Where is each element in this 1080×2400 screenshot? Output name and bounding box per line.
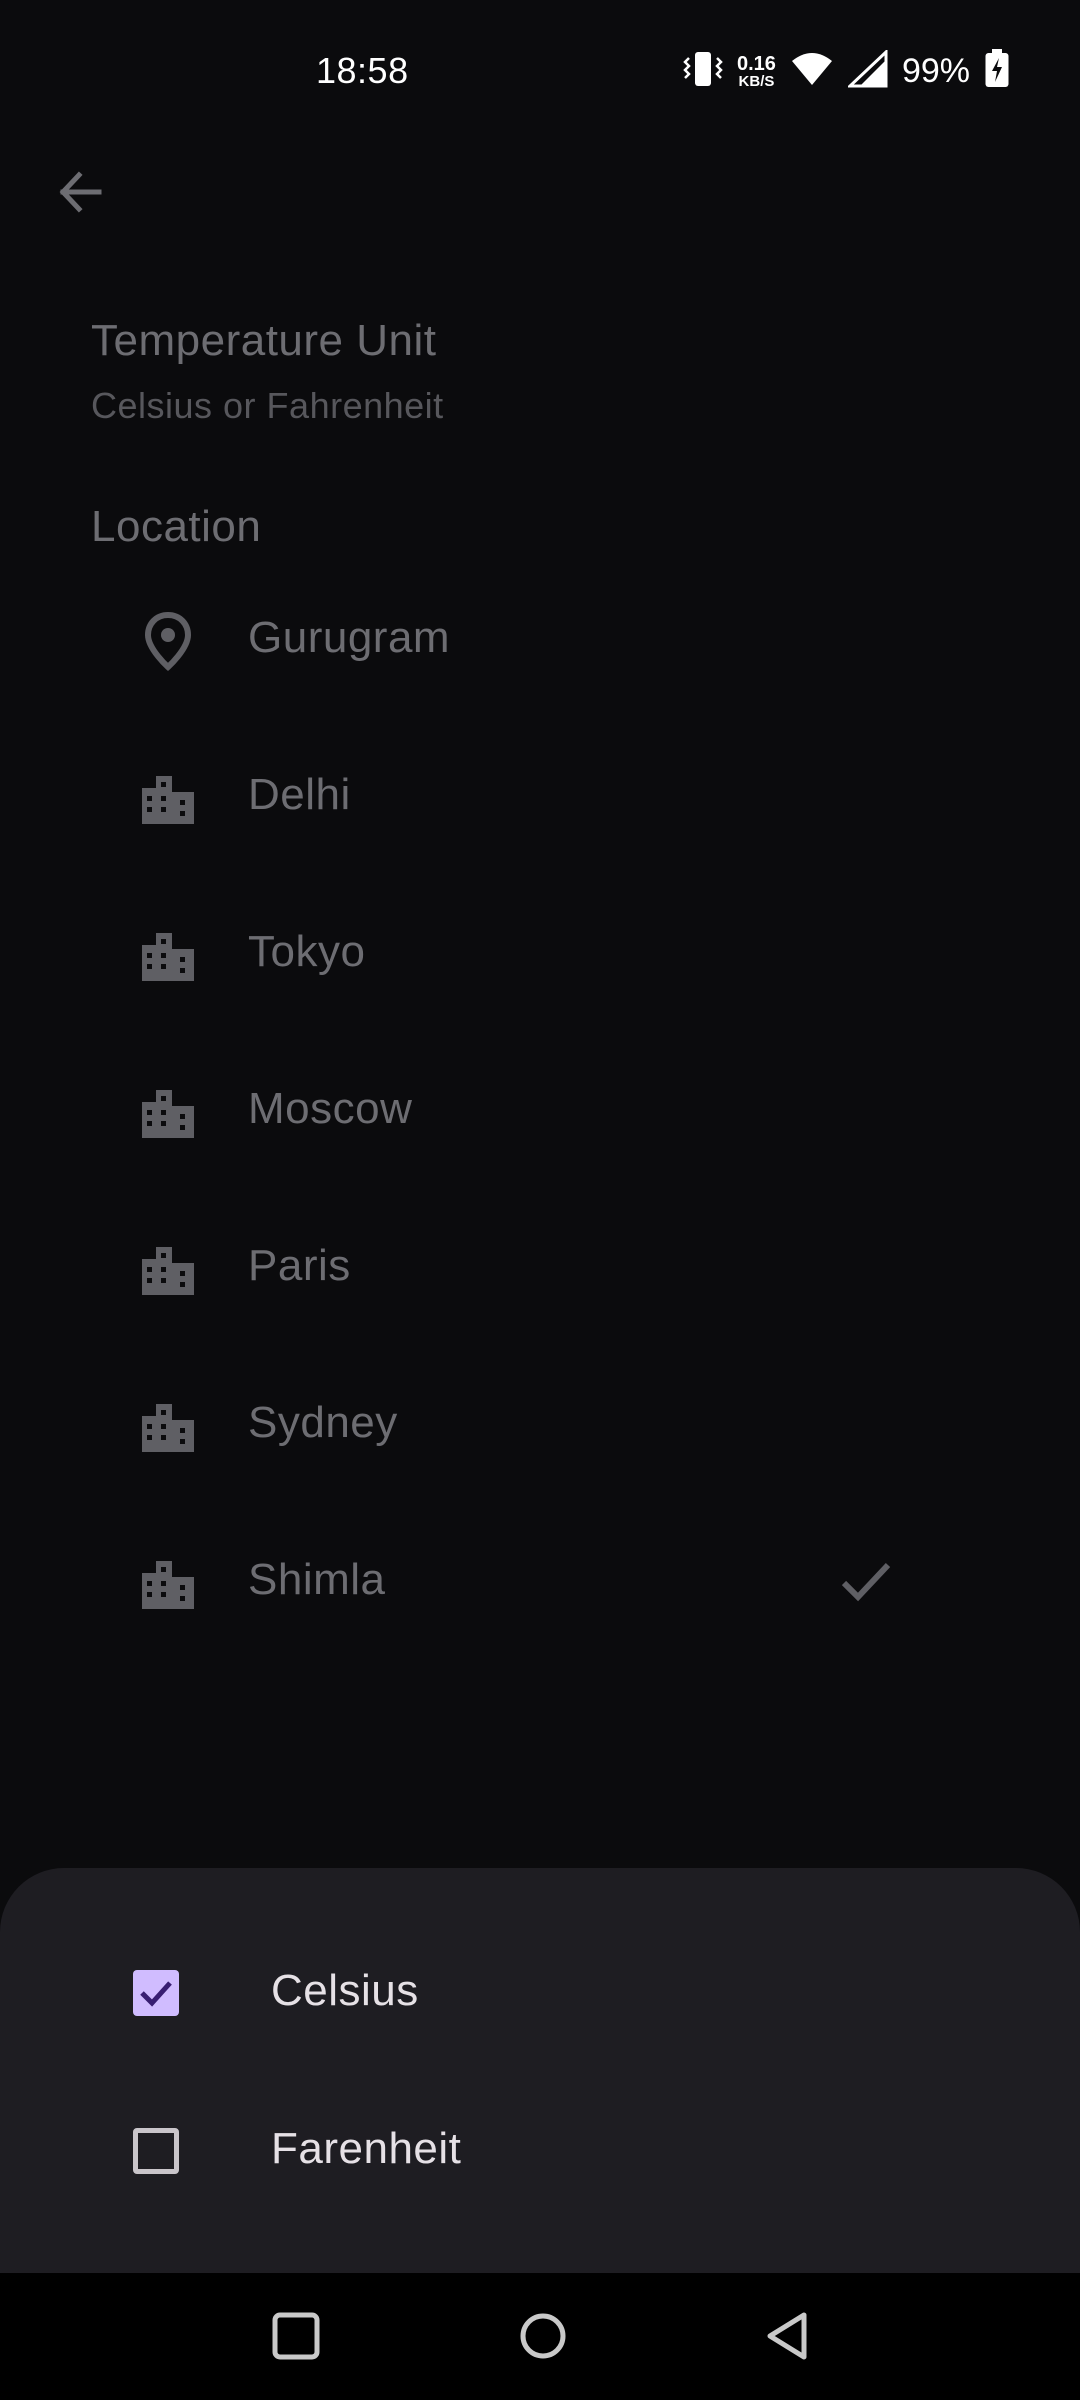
wifi-icon bbox=[790, 51, 834, 92]
location-item-moscow[interactable]: Moscow bbox=[0, 1034, 1080, 1191]
back-icon[interactable] bbox=[758, 2305, 820, 2367]
navigation-bar bbox=[0, 2273, 1080, 2400]
pref-title: Temperature Unit bbox=[91, 316, 437, 365]
net-speed-unit: KB/S bbox=[738, 72, 775, 90]
option-label: Farenheit bbox=[271, 2124, 462, 2173]
location-section-title: Location bbox=[91, 502, 262, 551]
city-icon bbox=[142, 1090, 194, 1138]
location-label: Tokyo bbox=[248, 927, 366, 976]
location-item-gurugram[interactable]: Gurugram bbox=[0, 563, 1080, 720]
battery-percent: 99% bbox=[901, 51, 970, 90]
status-time: 18:58 bbox=[316, 50, 409, 91]
net-speed: 0.16 KB/S bbox=[737, 54, 776, 89]
location-label: Shimla bbox=[248, 1555, 386, 1604]
option-farenheit[interactable]: Farenheit bbox=[0, 2076, 1080, 2226]
city-icon bbox=[142, 933, 194, 981]
location-item-sydney[interactable]: Sydney bbox=[0, 1348, 1080, 1505]
location-label: Sydney bbox=[248, 1398, 398, 1447]
vibrate-icon bbox=[683, 50, 723, 93]
city-icon bbox=[142, 1561, 194, 1609]
farenheit-checkbox[interactable] bbox=[133, 2128, 179, 2174]
city-icon bbox=[142, 1404, 194, 1452]
city-icon bbox=[142, 776, 194, 824]
location-pin-icon bbox=[144, 611, 192, 672]
net-speed-value: 0.16 bbox=[737, 52, 776, 75]
check-icon bbox=[841, 1562, 891, 1602]
celsius-checkbox[interactable] bbox=[133, 1970, 179, 2016]
location-label: Moscow bbox=[248, 1084, 413, 1133]
city-icon bbox=[142, 1247, 194, 1295]
back-button[interactable] bbox=[48, 160, 112, 224]
check-icon bbox=[140, 1981, 172, 2007]
home-icon[interactable] bbox=[512, 2305, 574, 2367]
option-label: Celsius bbox=[271, 1966, 419, 2015]
location-list: Gurugram Delhi Tokyo Moscow Paris Sydney… bbox=[0, 563, 1080, 1662]
status-bar: 18:58 0.16 KB/S 99% bbox=[0, 0, 1080, 145]
battery-charging-icon bbox=[984, 48, 1010, 94]
location-item-paris[interactable]: Paris bbox=[0, 1191, 1080, 1348]
location-item-tokyo[interactable]: Tokyo bbox=[0, 877, 1080, 1034]
unit-bottom-sheet: Celsius Farenheit bbox=[0, 1868, 1080, 2273]
location-label: Paris bbox=[248, 1241, 351, 1290]
location-item-shimla[interactable]: Shimla bbox=[0, 1505, 1080, 1662]
location-item-delhi[interactable]: Delhi bbox=[0, 720, 1080, 877]
status-icons: 0.16 KB/S 99% bbox=[683, 48, 1010, 94]
location-label: Delhi bbox=[248, 770, 351, 819]
location-label: Gurugram bbox=[248, 613, 451, 662]
arrow-back-icon bbox=[59, 171, 102, 213]
option-celsius[interactable]: Celsius bbox=[0, 1918, 1080, 2068]
pref-summary: Celsius or Fahrenheit bbox=[91, 385, 444, 426]
recents-icon[interactable] bbox=[265, 2305, 327, 2367]
signal-icon bbox=[846, 48, 888, 93]
